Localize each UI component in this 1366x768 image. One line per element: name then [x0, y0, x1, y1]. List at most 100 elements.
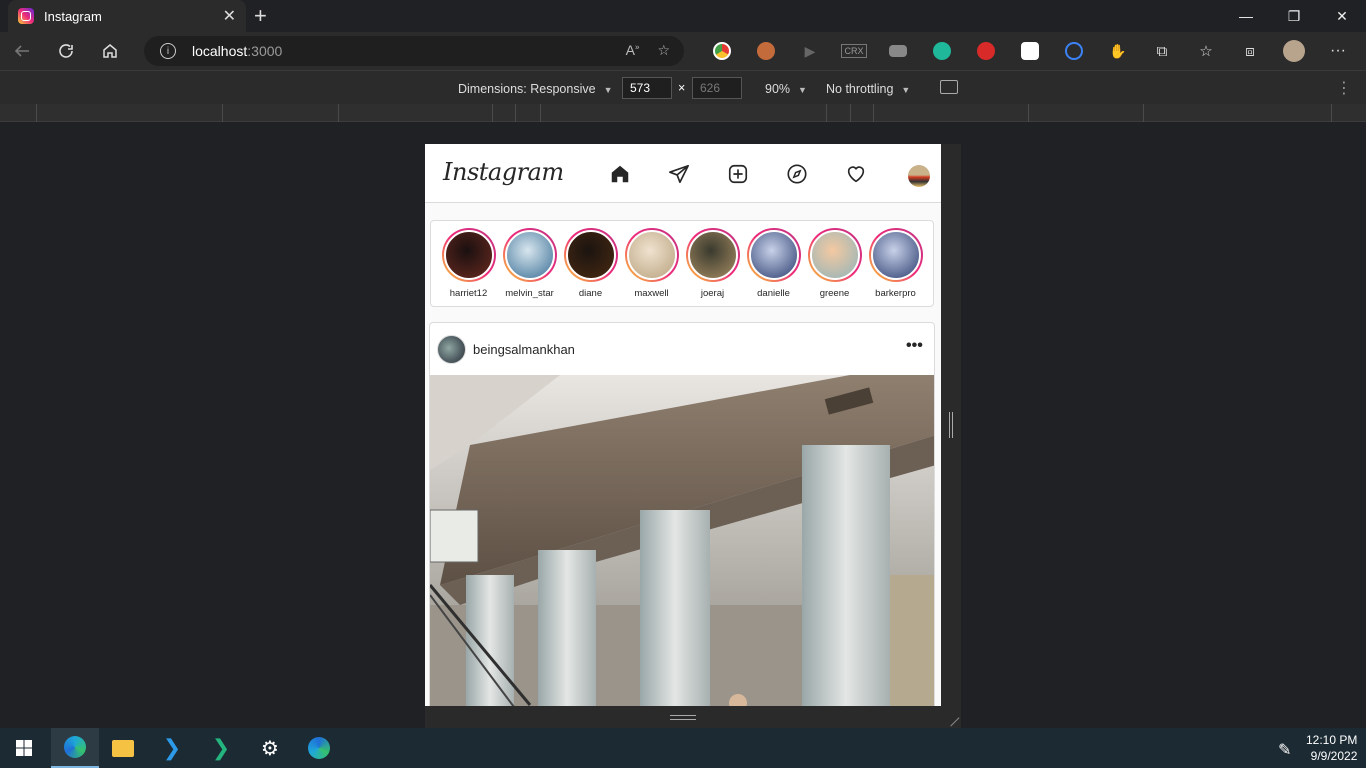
restore-button[interactable]: ❐ [1270, 0, 1318, 32]
favorites-icon[interactable]: ☆ [1184, 32, 1228, 70]
story-ring [624, 228, 679, 282]
instagram-header: Instagram [425, 144, 941, 203]
system-clock[interactable]: 12:10 PM 9/9/2022 [1306, 732, 1357, 764]
extension-1-icon[interactable] [700, 32, 744, 70]
story-avatar [809, 230, 860, 280]
new-post-icon[interactable] [727, 163, 749, 185]
post-author-avatar[interactable] [437, 335, 466, 364]
gear-icon: ⚙ [261, 737, 279, 760]
direct-message-icon[interactable] [668, 163, 690, 185]
throttling-dropdown[interactable]: No throttling ▼ [826, 82, 910, 96]
close-window-button[interactable]: ✕ [1318, 0, 1366, 32]
profile-avatar[interactable] [908, 165, 930, 187]
story-avatar [870, 230, 921, 280]
explore-compass-icon[interactable] [786, 163, 808, 185]
add-favorite-icon[interactable]: ☆ [657, 42, 670, 59]
site-info-icon[interactable]: i [160, 43, 176, 59]
green-extension-icon[interactable] [920, 32, 964, 70]
taskbar-edge[interactable] [51, 728, 99, 768]
resize-handle-right[interactable] [949, 412, 953, 438]
collections-icon[interactable]: ⧈ [1228, 32, 1272, 70]
chevron-down-icon: ▼ [603, 85, 613, 95]
story-username: barkerpro [875, 288, 916, 299]
home-icon[interactable] [609, 163, 631, 185]
vscode-icon: ❯ [162, 735, 182, 760]
profile-avatar[interactable] [1272, 32, 1316, 70]
home-button[interactable] [88, 32, 132, 70]
new-tab-button[interactable]: + [254, 3, 267, 29]
refresh-icon [59, 44, 73, 58]
tab-instagram[interactable]: Instagram ✕ [8, 0, 246, 32]
heart-icon[interactable] [845, 163, 867, 185]
story-username: greene [819, 288, 850, 299]
play-extension-icon[interactable]: ▶ [788, 32, 832, 70]
browser-menu-icon[interactable]: ··· [1316, 32, 1360, 70]
crx-extension-icon[interactable]: CRX [832, 32, 876, 70]
address-bar-actions: A» ☆ [626, 42, 670, 59]
resize-handle-corner[interactable] [942, 709, 960, 727]
taskbar-file-explorer[interactable] [99, 728, 147, 768]
tab-close-icon[interactable]: ✕ [223, 6, 236, 26]
gray-extension-icon[interactable] [876, 32, 920, 70]
minimize-button[interactable]: — [1222, 0, 1270, 32]
dimensions-label: Dimensions: Responsive [458, 82, 596, 96]
story-item[interactable]: melvin_star [501, 228, 558, 306]
story-avatar [687, 230, 738, 280]
story-ring [685, 228, 740, 282]
story-avatar [443, 230, 494, 280]
dimensions-dropdown[interactable]: Dimensions: Responsive ▼ [458, 82, 612, 96]
tab-title: Instagram [44, 8, 102, 24]
rotate-icon[interactable] [940, 80, 958, 94]
story-item[interactable]: barkerpro [867, 228, 924, 306]
browser-tab-strip: Instagram ✕ + — ❐ ✕ [0, 0, 1366, 32]
taskbar-edge-dev[interactable] [295, 728, 343, 768]
resize-handle-bottom[interactable] [670, 715, 696, 720]
device-toolbar: Dimensions: Responsive ▼ 573 × 626 90% ▼ N… [0, 70, 1366, 104]
story-ring [807, 228, 862, 282]
r-extension-icon[interactable] [1052, 32, 1096, 70]
post-more-options-icon[interactable]: ••• [906, 337, 923, 355]
height-input[interactable]: 626 [692, 77, 742, 99]
back-button[interactable] [0, 32, 44, 70]
pen-menu-icon[interactable]: ✎ [1278, 740, 1291, 760]
hand-extension-icon[interactable]: ✋ [1096, 32, 1140, 70]
story-item[interactable]: harriet12 [440, 228, 497, 306]
window-controls: — ❐ ✕ [1222, 0, 1366, 32]
chevron-down-icon: ▼ [798, 85, 807, 95]
zoom-label: 90% [765, 82, 791, 96]
feed-post: beingsalmankhan ••• [429, 322, 935, 706]
read-aloud-icon[interactable]: A» [626, 42, 640, 59]
edge-icon [64, 736, 86, 758]
story-item[interactable]: greene [806, 228, 863, 306]
story-ring [868, 228, 923, 282]
address-bar[interactable]: i localhost:3000 A» ☆ [144, 36, 684, 66]
clock-date: 9/9/2022 [1310, 749, 1358, 763]
media-query-ruler [0, 104, 1366, 122]
times-separator: × [678, 81, 686, 95]
zoom-dropdown[interactable]: 90% ▼ [765, 82, 807, 96]
adblock-extension-icon[interactable] [964, 32, 1008, 70]
story-username: diane [578, 288, 603, 299]
post-image[interactable] [430, 375, 935, 706]
extensions-puzzle-icon[interactable]: ⧉ [1140, 32, 1184, 70]
post-username[interactable]: beingsalmankhan [473, 342, 575, 357]
story-ring [746, 228, 801, 282]
edge-dev-icon [308, 737, 330, 759]
taskbar-vscode-insiders[interactable]: ❯ [197, 728, 245, 768]
pdf-extension-icon[interactable] [1008, 32, 1052, 70]
story-ring [563, 228, 618, 282]
width-input[interactable]: 573 [622, 77, 672, 99]
more-options-icon[interactable]: ⋮ [1336, 78, 1353, 98]
refresh-button[interactable] [44, 32, 88, 70]
story-item[interactable]: maxwell [623, 228, 680, 306]
story-username: joeraj [700, 288, 725, 299]
story-item[interactable]: joeraj [684, 228, 741, 306]
taskbar-vscode[interactable]: ❯ [148, 728, 196, 768]
start-button[interactable] [0, 728, 48, 768]
story-avatar [504, 230, 555, 280]
story-item[interactable]: danielle [745, 228, 802, 306]
story-item[interactable]: diane [562, 228, 619, 306]
cookie-extension-icon[interactable] [744, 32, 788, 70]
taskbar-settings[interactable]: ⚙ [246, 728, 294, 768]
instagram-logo[interactable]: Instagram [443, 158, 564, 186]
